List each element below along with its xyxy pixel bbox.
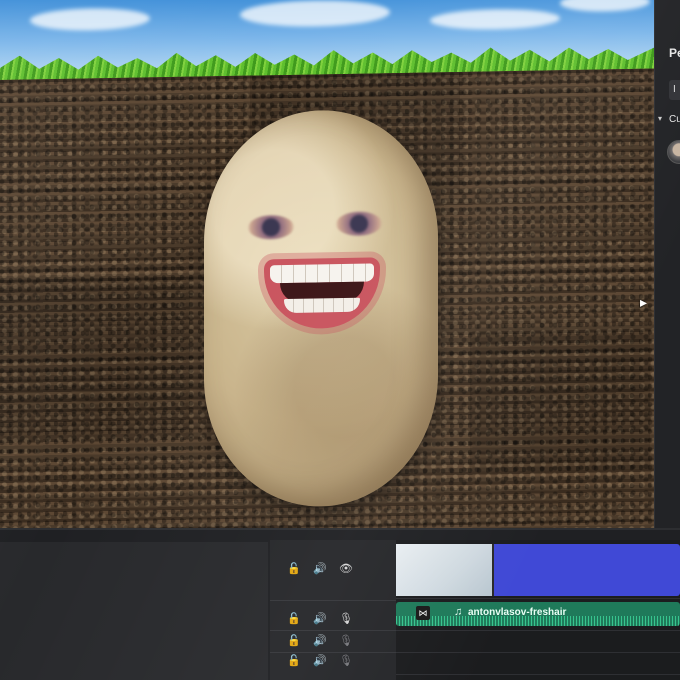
transition-icon[interactable]: ⋈	[416, 606, 430, 620]
audio-clip-name: antonvlasov-freshair	[468, 607, 567, 618]
mic-icon[interactable]: 🎙	[338, 634, 354, 647]
mouse-cursor-icon: ▸	[640, 294, 648, 310]
speaker-icon[interactable]: 🔊	[312, 612, 328, 625]
timeline-tracks[interactable]: ⋈ ♫ antonvlasov-freshair	[396, 540, 680, 680]
dropdown-label[interactable]: Cu	[669, 114, 680, 125]
video-clip[interactable]	[396, 544, 680, 596]
avatar[interactable]	[667, 140, 680, 164]
editor-window: Pe I ▾ Cu ▸ 🔓 🔊 👁 🔓 🔊 🎙 🔓 🔊 🎙	[0, 0, 680, 680]
panel-title: Pe	[669, 46, 680, 60]
mic-icon[interactable]: 🎙	[338, 654, 354, 667]
eye-icon[interactable]: 👁	[338, 562, 354, 575]
mic-icon[interactable]: 🎙	[338, 612, 354, 625]
audio-track-header-1: 🔓 🔊 🎙	[270, 612, 412, 625]
timeline-panel: 🔓 🔊 👁 🔓 🔊 🎙 🔓 🔊 🎙 🔓 🔊 🎙 ⋈ ♫ antonvlasov-…	[0, 528, 680, 680]
chevron-down-icon[interactable]: ▾	[658, 114, 662, 123]
music-note-icon: ♫	[454, 606, 463, 618]
smiling-mouth	[264, 257, 380, 330]
audio-track-header-3: 🔓 🔊 🎙	[270, 654, 412, 667]
video-preview[interactable]	[0, 0, 654, 548]
timeline-left-panel	[0, 542, 268, 680]
lock-icon[interactable]: 🔓	[286, 612, 302, 625]
potato-character	[204, 108, 438, 509]
speaker-icon[interactable]: 🔊	[312, 562, 328, 575]
left-eye	[248, 214, 294, 240]
lock-icon[interactable]: 🔓	[286, 654, 302, 667]
speaker-icon[interactable]: 🔊	[312, 634, 328, 647]
properties-panel: Pe I ▾ Cu	[654, 0, 680, 530]
property-field[interactable]: I	[669, 80, 680, 100]
audio-clip[interactable]: ⋈ ♫ antonvlasov-freshair	[396, 602, 680, 626]
track-headers: 🔓 🔊 👁 🔓 🔊 🎙 🔓 🔊 🎙 🔓 🔊 🎙	[270, 540, 396, 680]
video-track-header: 🔓 🔊 👁	[270, 562, 412, 575]
lock-icon[interactable]: 🔓	[286, 562, 302, 575]
right-eye	[336, 211, 382, 237]
audio-track-header-2: 🔓 🔊 🎙	[270, 634, 412, 647]
lock-icon[interactable]: 🔓	[286, 634, 302, 647]
speaker-icon[interactable]: 🔊	[312, 654, 328, 667]
clip-thumbnail	[396, 544, 494, 596]
